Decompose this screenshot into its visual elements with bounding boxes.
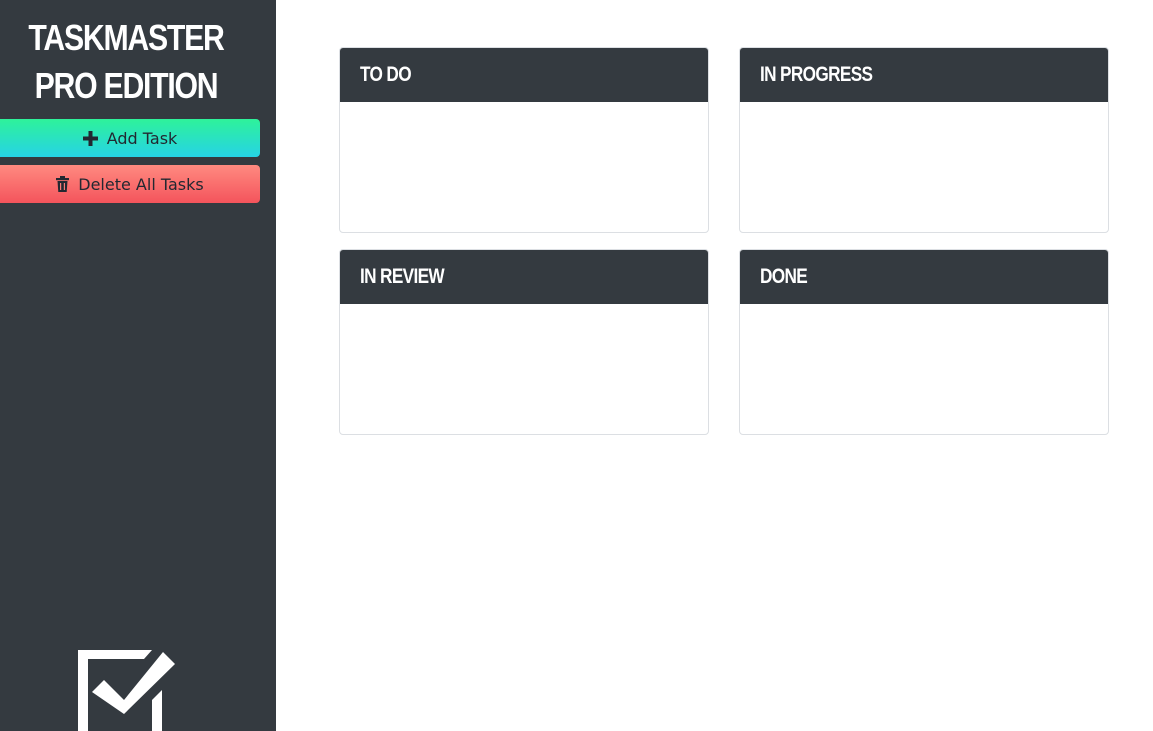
column-done: DONE — [739, 249, 1109, 435]
plus-icon — [82, 130, 98, 146]
column-title: TO DO — [360, 63, 412, 86]
column-title: IN REVIEW — [360, 265, 445, 288]
column-title: DONE — [760, 265, 808, 288]
column-dropzone-done[interactable] — [740, 304, 1108, 434]
column-todo: TO DO — [339, 47, 709, 233]
column-dropzone-todo[interactable] — [340, 102, 708, 232]
column-in-review: IN REVIEW — [339, 249, 709, 435]
delete-all-tasks-button[interactable]: Delete All Tasks — [0, 165, 260, 203]
column-in-progress: IN PROGRESS — [739, 47, 1109, 233]
checkbox-check-icon — [78, 650, 176, 731]
column-header: IN REVIEW — [340, 250, 708, 304]
column-dropzone-in-progress[interactable] — [740, 102, 1108, 232]
column-header: IN PROGRESS — [740, 48, 1108, 102]
column-header: TO DO — [340, 48, 708, 102]
column-header: DONE — [740, 250, 1108, 304]
sidebar: TASKMASTER PRO EDITION Add Task Delete A… — [0, 0, 276, 731]
column-title: IN PROGRESS — [760, 63, 873, 86]
delete-all-tasks-label: Delete All Tasks — [78, 174, 204, 194]
app-title: TASKMASTER PRO EDITION — [28, 17, 224, 106]
add-task-label: Add Task — [106, 128, 178, 148]
add-task-button[interactable]: Add Task — [0, 119, 260, 157]
trash-icon — [56, 176, 70, 192]
column-dropzone-in-review[interactable] — [340, 304, 708, 434]
